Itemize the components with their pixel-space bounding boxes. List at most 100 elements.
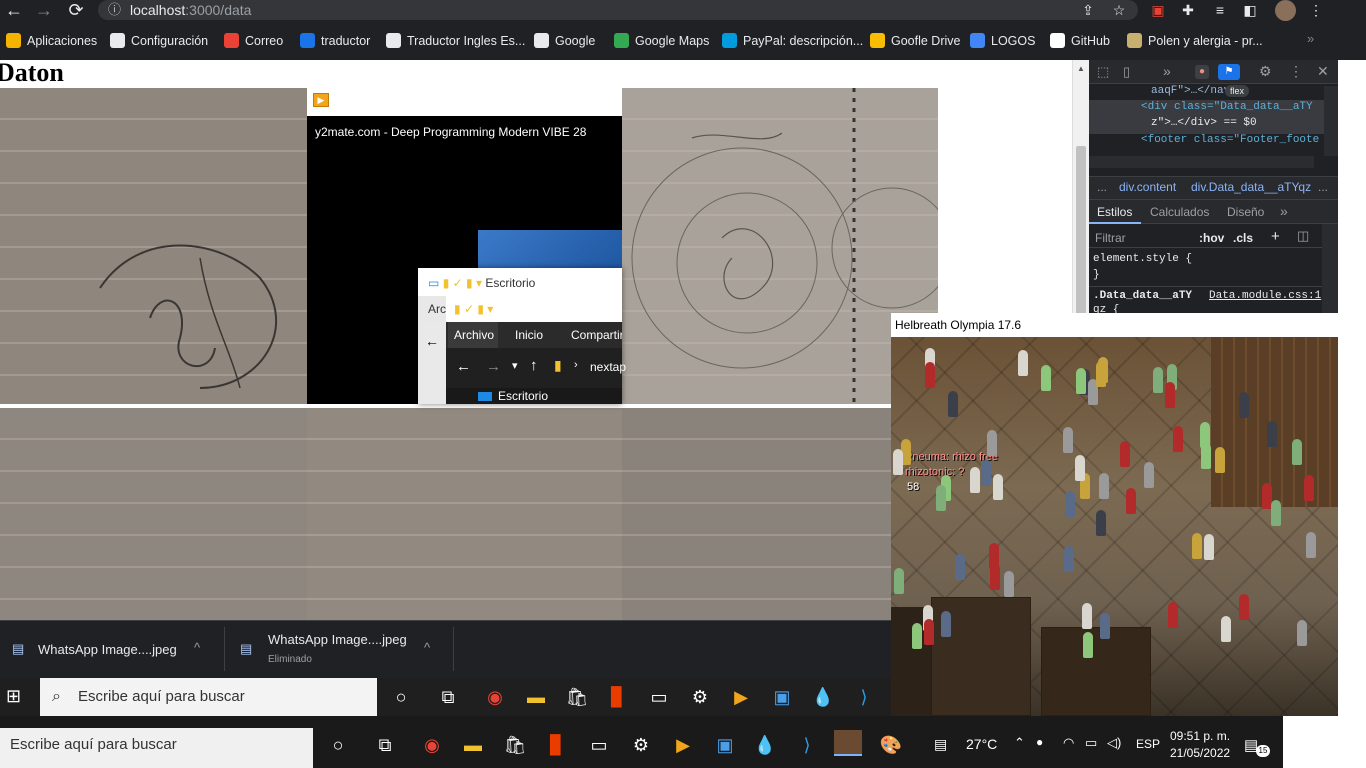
language-indicator[interactable]: ESP xyxy=(1136,737,1160,751)
character-sprite[interactable] xyxy=(1096,510,1106,536)
character-sprite[interactable] xyxy=(1306,532,1316,558)
breadcrumb-item[interactable]: div.content xyxy=(1119,180,1176,194)
character-sprite[interactable] xyxy=(955,554,965,580)
game-taskbar-icon[interactable] xyxy=(834,730,862,756)
share-icon[interactable]: ⇪ xyxy=(1078,1,1098,19)
element-style-rule[interactable]: element.style { xyxy=(1093,253,1192,265)
more-tabs-icon[interactable]: » xyxy=(1163,63,1171,79)
character-sprite[interactable] xyxy=(1120,441,1130,467)
cortana-icon[interactable]: ○ xyxy=(386,682,416,712)
rule-source-link[interactable]: Data.module.css:1 xyxy=(1209,290,1321,302)
nav-forward-icon[interactable]: → xyxy=(486,358,501,375)
character-sprite[interactable] xyxy=(1083,632,1093,658)
more-bookmarks-icon[interactable]: » xyxy=(1307,31,1314,46)
scroll-up-icon[interactable]: ▲ xyxy=(1077,64,1085,73)
paint-drop-icon[interactable]: 💧 xyxy=(750,730,780,760)
media-player-icon[interactable]: ▶ xyxy=(668,730,698,760)
errors-icon[interactable]: ● xyxy=(1195,65,1209,79)
character-sprite[interactable] xyxy=(1064,546,1074,572)
tab-calculados[interactable]: Calculados xyxy=(1150,205,1209,219)
tab-diseno[interactable]: Diseño xyxy=(1227,205,1264,219)
code-line[interactable]: <footer class="Footer_foote xyxy=(1141,134,1321,146)
explorer-back-icon[interactable]: ← xyxy=(418,322,446,404)
character-sprite[interactable] xyxy=(1239,392,1249,418)
bookmark-item[interactable]: Google xyxy=(534,30,595,52)
weather-icon[interactable]: ▤ xyxy=(934,736,947,753)
office-icon[interactable]: ▊ xyxy=(603,682,633,712)
nav-up-icon[interactable]: ↑ xyxy=(530,357,538,374)
breadcrumb-more[interactable]: ... xyxy=(1318,180,1328,194)
character-sprite[interactable] xyxy=(1221,616,1231,642)
explorer-address[interactable]: nextap xyxy=(590,360,626,374)
cortana-icon[interactable]: ○ xyxy=(323,730,353,760)
character-sprite[interactable] xyxy=(925,362,935,388)
tab-compartir[interactable]: Compartir xyxy=(571,322,622,348)
hov-toggle[interactable]: :hov xyxy=(1199,231,1224,245)
paint-app-icon[interactable]: 🎨 xyxy=(876,730,906,760)
bookmark-item[interactable]: LOGOS xyxy=(970,30,1035,52)
close-icon[interactable]: ✕ xyxy=(1317,63,1329,80)
cls-toggle[interactable]: .cls xyxy=(1233,231,1253,245)
character-sprite[interactable] xyxy=(936,485,946,511)
photos-icon[interactable]: ▣ xyxy=(710,730,740,760)
character-sprite[interactable] xyxy=(924,619,934,645)
clock-time[interactable]: 09:51 p. m. xyxy=(1170,729,1230,743)
character-sprite[interactable] xyxy=(1100,613,1110,639)
tray-status-icon[interactable]: ● xyxy=(1036,735,1043,749)
clock-date[interactable]: 21/05/2022 xyxy=(1170,746,1230,757)
kebab-menu-icon[interactable]: ⋮ xyxy=(1306,1,1326,19)
character-sprite[interactable] xyxy=(1065,491,1075,517)
new-rule-icon[interactable]: + xyxy=(1271,228,1280,245)
breadcrumb-more[interactable]: ... xyxy=(1097,180,1107,194)
nav-history-icon[interactable]: ▾ xyxy=(512,359,518,372)
character-sprite[interactable] xyxy=(941,611,951,637)
chevron-up-icon[interactable]: ^ xyxy=(424,640,430,655)
terminal-icon[interactable]: ▭ xyxy=(584,730,614,760)
styles-scrollbar[interactable] xyxy=(1322,224,1338,315)
bookmark-item[interactable]: Correo xyxy=(224,30,283,52)
character-sprite[interactable] xyxy=(990,564,1000,590)
code-line[interactable]: <div class="Data_data__aTY xyxy=(1141,101,1321,113)
windows-start-icon[interactable]: ⊞ xyxy=(6,686,21,707)
more-panels-icon[interactable]: » xyxy=(1280,203,1288,219)
character-sprite[interactable] xyxy=(948,391,958,417)
character-sprite[interactable] xyxy=(1063,427,1073,453)
tree-item-escritorio[interactable]: Escritorio xyxy=(498,389,548,403)
character-sprite[interactable] xyxy=(1041,365,1051,391)
vscode-icon[interactable]: ⟩ xyxy=(792,730,822,760)
settings-icon[interactable]: ⚙ xyxy=(626,730,656,760)
download-filename[interactable]: WhatsApp Image....jpeg xyxy=(38,642,177,657)
bookmark-item[interactable]: Google Maps xyxy=(614,30,709,52)
character-sprite[interactable] xyxy=(894,568,904,594)
tab-archivo[interactable]: Archivo xyxy=(448,322,498,348)
back-icon[interactable]: ← xyxy=(2,0,26,20)
device-toggle-icon[interactable]: ▯ xyxy=(1123,64,1130,80)
character-sprite[interactable] xyxy=(1099,473,1109,499)
character-sprite[interactable] xyxy=(893,449,903,475)
chrome-icon[interactable]: ◉ xyxy=(417,730,447,760)
character-sprite[interactable] xyxy=(1075,455,1085,481)
extension-pocket-icon[interactable]: ▣ xyxy=(1148,1,1168,19)
breadcrumb-item[interactable]: div.Data_data__aTYqz xyxy=(1191,180,1311,194)
side-panel-icon[interactable]: ◧ xyxy=(1240,1,1260,19)
character-sprite[interactable] xyxy=(1292,439,1302,465)
tab-inicio[interactable]: Inicio xyxy=(515,322,543,348)
file-explorer-icon[interactable]: ▬ xyxy=(458,730,488,760)
character-sprite[interactable] xyxy=(1297,620,1307,646)
bookmark-item[interactable]: Aplicaciones xyxy=(6,30,97,52)
issues-icon[interactable]: ⚑ xyxy=(1218,64,1240,80)
character-sprite[interactable] xyxy=(1168,602,1178,628)
tray-chevron-icon[interactable]: ⌃ xyxy=(1014,735,1025,751)
character-sprite[interactable] xyxy=(1215,447,1225,473)
media-player-icon[interactable]: ▶ xyxy=(726,682,756,712)
inspect-icon[interactable]: ⬚ xyxy=(1097,64,1109,80)
store-icon[interactable]: 🛍 xyxy=(500,730,530,760)
bookmark-item[interactable]: GitHub xyxy=(1050,30,1110,52)
toggle-sidebar-icon[interactable]: ◫ xyxy=(1297,228,1309,244)
file-explorer-icon[interactable]: ▬ xyxy=(521,682,551,712)
address-bar[interactable]: ⓘ localhost:3000/data xyxy=(98,0,1138,20)
character-sprite[interactable] xyxy=(1267,421,1277,447)
bookmark-item[interactable]: traductor xyxy=(300,30,370,52)
volume-icon[interactable]: ◁) xyxy=(1107,735,1121,751)
character-sprite[interactable] xyxy=(912,623,922,649)
